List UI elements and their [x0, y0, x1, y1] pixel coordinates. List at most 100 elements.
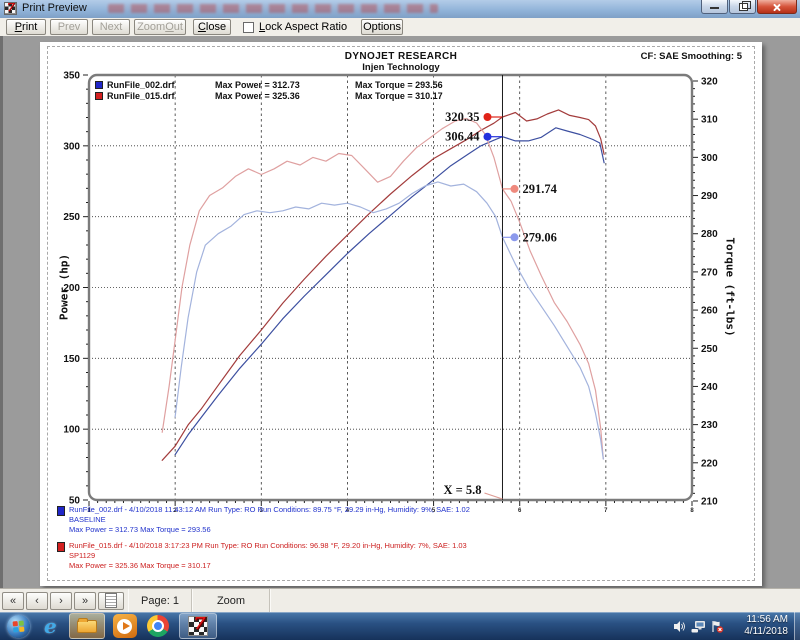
run-max-values: Max Power = 325.36 Max Torque = 310.17	[69, 561, 467, 571]
run-color-swatch-red	[57, 542, 65, 552]
volume-icon[interactable]	[673, 620, 686, 633]
network-icon[interactable]	[691, 620, 706, 633]
readout-value: 291.74	[522, 182, 557, 196]
power-tick-label: 250	[63, 212, 80, 223]
torque-tick-label: 290	[701, 191, 718, 202]
title-bar: 7 Print Preview	[0, 0, 800, 19]
torque-tick-label: 260	[701, 306, 718, 317]
chrome-icon[interactable]	[147, 615, 169, 637]
series-runfile_015-torque	[162, 119, 603, 460]
print-preview-window: 7 Print Preview Print Prev Next Zoom Out…	[0, 0, 800, 640]
restore-button[interactable]	[729, 0, 756, 14]
torque-tick-label: 240	[701, 382, 718, 393]
app-icon-winpep: 7	[4, 2, 17, 15]
zoom-cell: Zoom	[192, 589, 270, 612]
play-icon	[123, 622, 130, 630]
torque-tick-label: 300	[701, 153, 718, 164]
window-controls	[700, 0, 797, 14]
power-tick-label: 150	[63, 354, 80, 365]
folder-icon	[77, 620, 97, 633]
page-number-cell: Page: 1	[128, 589, 192, 612]
previous-page-nav-button[interactable]: ‹	[26, 592, 48, 610]
run-max-values: Max Power = 312.73 Max Torque = 293.56	[69, 525, 470, 535]
cursor-label-leader	[484, 493, 502, 499]
legend-max-torque: Max Torque = 293.56	[355, 80, 443, 90]
restore-icon	[739, 3, 748, 11]
winpep-icon: 7	[188, 616, 208, 636]
taskbar: e 7 11:56 AM 4/11/	[0, 612, 800, 640]
preview-area: DYNOJET RESEARCH Injen Technology CF: SA…	[0, 36, 800, 588]
legend-max-power: Max Power = 312.73	[215, 80, 355, 90]
window-title: Print Preview	[22, 0, 87, 18]
media-player-icon[interactable]	[113, 614, 137, 638]
x-tick-label: 8	[690, 508, 694, 514]
torque-tick-label: 320	[701, 77, 718, 88]
legend-file-name: RunFile_015.drf	[107, 91, 215, 101]
torque-tick-label: 230	[701, 420, 718, 431]
readout-dot	[483, 113, 491, 121]
first-page-button[interactable]: «	[2, 592, 24, 610]
next-page-nav-button[interactable]: ›	[50, 592, 72, 610]
window-title-path-text	[108, 4, 438, 13]
run-info-baseline: RunFile_002.drf - 4/10/2018 11:43:12 AM …	[57, 505, 470, 535]
legend-row-runfile-015: RunFile_015.drf Max Power = 325.36 Max T…	[95, 90, 443, 101]
power-tick-label: 100	[63, 425, 80, 436]
clock-time: 11:56 AM	[732, 614, 788, 626]
report-page: DYNOJET RESEARCH Injen Technology CF: SA…	[40, 42, 762, 586]
readout-value: 320.35	[445, 110, 479, 124]
readout-value: 306.44	[445, 130, 480, 144]
status-empty-cell	[270, 589, 800, 612]
winpep-seven-glyph: 7	[7, 2, 15, 14]
legend-row-runfile-002: RunFile_002.drf Max Power = 312.73 Max T…	[95, 79, 443, 90]
legend-max-power: Max Power = 325.36	[215, 91, 355, 101]
torque-tick-label: 220	[701, 458, 718, 469]
series-runfile_015-power	[162, 110, 604, 460]
run-label: SP1129	[69, 551, 467, 561]
x-tick-label: 6	[518, 508, 522, 514]
next-page-button: Next	[92, 19, 130, 35]
preview-toolbar: Print Prev Next Zoom Out Close Lock Aspe…	[0, 18, 800, 37]
run-info-sp1129: RunFile_015.drf - 4/10/2018 3:17:23 PM R…	[57, 541, 470, 571]
torque-tick-label: 270	[701, 267, 718, 278]
close-window-button[interactable]	[757, 0, 797, 14]
windows-logo-icon	[13, 620, 25, 632]
torque-tick-label: 280	[701, 229, 718, 240]
taskbar-button-explorer[interactable]	[69, 613, 105, 639]
lock-aspect-ratio-label: Lock Aspect Ratio	[259, 21, 347, 33]
prev-page-button: Prev	[50, 19, 88, 35]
legend-swatch-red	[95, 92, 103, 100]
legend-swatch-blue	[95, 81, 103, 89]
readout-value: 279.06	[522, 230, 556, 244]
page-layout-button[interactable]	[98, 592, 124, 610]
close-preview-button[interactable]: Close	[193, 19, 231, 35]
torque-tick-label: 310	[701, 115, 718, 126]
clock-date: 4/11/2018	[732, 626, 788, 638]
run-conditions-line: RunFile_002.drf - 4/10/2018 11:43:12 AM …	[69, 505, 470, 515]
action-center-flag-icon[interactable]	[711, 620, 724, 633]
readout-dot	[510, 185, 518, 193]
zoom-out-button: Zoom Out	[134, 19, 186, 35]
show-desktop-button[interactable]	[794, 612, 800, 640]
series-runfile_002-torque	[175, 182, 603, 459]
status-bar: « ‹ › » Page: 1 Zoom	[0, 588, 800, 612]
power-tick-label: 300	[63, 141, 80, 152]
minimize-button[interactable]	[701, 0, 728, 14]
readout-dot	[483, 133, 491, 141]
options-button[interactable]: Options	[361, 19, 403, 35]
torque-tick-label: 210	[701, 496, 718, 507]
system-tray: 11:56 AM 4/11/2018	[668, 612, 800, 640]
last-page-button[interactable]: »	[74, 592, 96, 610]
legend-max-torque: Max Torque = 310.17	[355, 91, 443, 101]
document-icon	[105, 593, 117, 608]
readout-dot	[510, 233, 518, 241]
taskbar-button-winpep[interactable]: 7	[179, 613, 217, 639]
power-axis-title: Power (hp)	[58, 254, 71, 320]
x-tick-label: 7	[604, 508, 608, 514]
run-info-block: RunFile_002.drf - 4/10/2018 11:43:12 AM …	[57, 505, 470, 577]
print-button[interactable]: Print	[6, 19, 46, 35]
start-button[interactable]	[7, 615, 30, 638]
internet-explorer-icon[interactable]: e	[44, 614, 57, 638]
lock-aspect-ratio-checkbox[interactable]	[243, 22, 254, 33]
run-color-swatch-blue	[57, 506, 65, 516]
taskbar-clock[interactable]: 11:56 AM 4/11/2018	[732, 614, 788, 638]
